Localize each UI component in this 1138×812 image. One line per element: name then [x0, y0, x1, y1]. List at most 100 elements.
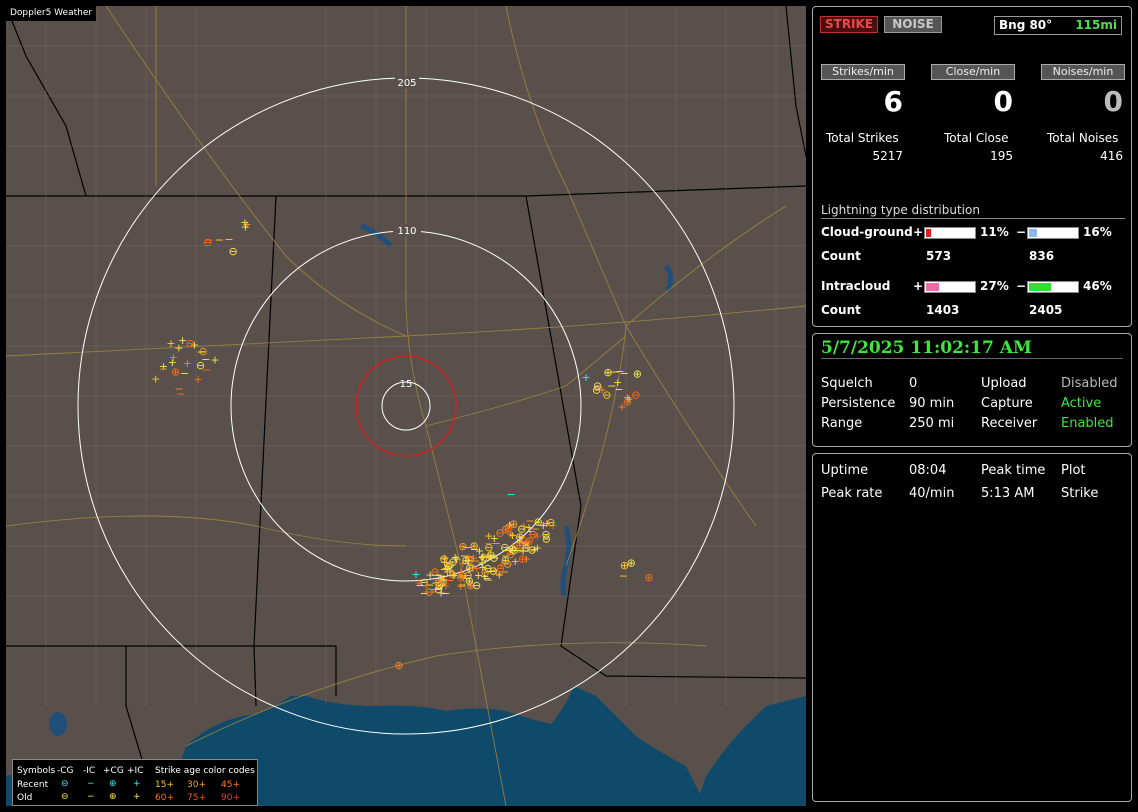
strike-mark: ⊖ [196, 359, 205, 372]
legend-recent-pos-ic-icon: + [133, 779, 141, 789]
cg-count-label: Count [821, 249, 861, 263]
strike-mark: + [240, 216, 249, 229]
range-label: Range [821, 416, 863, 431]
uptime-value: 08:04 [909, 463, 947, 478]
total-strikes-value: 5217 [872, 149, 903, 163]
legend-age-75: 75+ [187, 793, 206, 803]
legend-col-pos-ic: +IC [127, 766, 144, 776]
total-close-value: 195 [990, 149, 1013, 163]
strike-mark: ⊖ [631, 389, 640, 402]
persistence-label: Persistence [821, 396, 896, 411]
capture-value: Active [1061, 396, 1102, 411]
legend-age-45: 45+ [221, 780, 240, 790]
cg-positive-percent: 11% [980, 225, 1009, 239]
upload-label: Upload [981, 376, 1027, 391]
map-title: Doppler5 Weather [6, 6, 97, 21]
ic-plus-sign: + [913, 279, 924, 293]
legend-col-pos-cg: +CG [103, 766, 124, 776]
ic-positive-percent: 27% [980, 279, 1009, 293]
peak-rate-value: 40/min [909, 486, 955, 501]
receiver-value: Enabled [1061, 416, 1114, 431]
noise-button[interactable]: NOISE [884, 16, 942, 33]
current-datetime: 5/7/2025 11:02:17 AM [821, 338, 1032, 358]
strikes-per-min-value: 6 [883, 85, 903, 118]
legend-col-neg-cg: -CG [57, 766, 74, 776]
strikes-per-min-button[interactable]: Strikes/min [821, 64, 905, 80]
legend-age-90: 90+ [221, 793, 240, 803]
ic-positive-count: 1403 [926, 303, 960, 317]
legend-old-neg-cg-icon: ⊖ [61, 792, 69, 802]
strike-button[interactable]: STRIKE [820, 16, 878, 33]
strike-mark: − [180, 367, 189, 380]
legend-recent-pos-cg-icon: ⊕ [109, 779, 117, 789]
peak-time-label: Peak time [981, 463, 1046, 478]
strike-mark: − [484, 537, 493, 550]
strike-mark: − [433, 568, 442, 581]
squelch-label: Squelch [821, 376, 873, 391]
cg-positive-count: 573 [926, 249, 952, 263]
cg-negative-percent: 16% [1083, 225, 1112, 239]
legend-recent-neg-cg-icon: ⊖ [61, 779, 69, 789]
legend-recent-neg-ic-icon: − [87, 779, 95, 789]
legend-col-neg-ic: -IC [83, 766, 96, 776]
strike-mark: + [169, 351, 178, 364]
total-close-label: Total Close [944, 131, 1009, 145]
strike-mark: − [159, 362, 168, 375]
ic-negative-count: 2405 [1029, 303, 1063, 317]
lake-west [49, 712, 67, 736]
strike-mark: ⊕ [458, 540, 467, 553]
strike-mark: ⊖ [439, 552, 448, 565]
legend-old-neg-ic-icon: − [87, 792, 95, 802]
legend-old-label: Old [17, 793, 33, 803]
legend-age-title: Strike age color codes [155, 766, 255, 776]
close-ring [355, 355, 457, 457]
ring-label-205: 205 [397, 78, 416, 89]
ic-negative-percent: 46% [1083, 279, 1112, 293]
lightning-map[interactable]: 205 110 15 + − + + − − + + + + − + ⊕ ⊖ ⊕ − − ⊖ − ⊕ − + − − − + + + ⊖… [6, 6, 806, 806]
ic-negative-bar [1027, 281, 1079, 293]
strike-mark: ⊖ [203, 236, 212, 249]
ic-negative-fill [1029, 283, 1051, 291]
strike-mark: ⊕ [461, 554, 470, 567]
noises-per-min-button[interactable]: Noises/min [1041, 64, 1125, 80]
cg-negative-bar [1027, 227, 1079, 239]
peak-time-value: 5:13 AM [981, 486, 1035, 501]
strike-mark: + [597, 383, 606, 396]
strike-mark: ⊕ [620, 559, 629, 572]
strike-mark: ⊖ [456, 571, 465, 584]
strike-mark: − [175, 382, 184, 395]
bearing-display: Bng 80° 115mi [994, 16, 1122, 35]
strike-mark: ⊖ [541, 528, 550, 541]
legend-old-pos-ic-icon: + [133, 792, 141, 802]
legend-recent-label: Recent [17, 780, 49, 790]
strike-mark: + [178, 334, 187, 347]
strike-mark: ⊖ [228, 245, 237, 258]
status-panel: 5/7/2025 11:02:17 AM Squelch 0 Upload Di… [812, 333, 1132, 447]
capture-label: Capture [981, 396, 1033, 411]
strike-symbols: +−++− −++++ − +⊕⊖⊕−−⊖−⊕− +−−−+++ ⊖⊖−+⊖⊖+−−⊖⊕−… [151, 216, 654, 672]
persistence-value: 90 min [909, 396, 955, 411]
cg-minus-sign: − [1016, 225, 1027, 239]
strike-mark: ⊖ [489, 565, 498, 578]
strike-mark: + [533, 542, 542, 555]
legend-age-60: 60+ [155, 793, 174, 803]
strike-mark: − [506, 488, 515, 501]
ring-label-15: 15 [400, 379, 413, 390]
ic-positive-bar [924, 281, 976, 293]
close-per-min-button[interactable]: Close/min [931, 64, 1015, 80]
noises-per-min-value: 0 [1103, 85, 1123, 118]
legend-age-15: 15+ [155, 780, 174, 790]
plot-label: Plot [1061, 463, 1086, 478]
datetime-divider [821, 358, 1123, 359]
legend-age-30: 30+ [187, 780, 206, 790]
strike-mark: + [210, 354, 219, 367]
strike-mark: − [215, 233, 224, 246]
cg-negative-fill [1029, 229, 1037, 237]
strike-mark: − [620, 367, 629, 380]
strike-mark: ⊕ [603, 366, 612, 379]
total-strikes-label: Total Strikes [826, 131, 899, 145]
squelch-value: 0 [909, 376, 918, 391]
uptime-label: Uptime [821, 463, 869, 478]
strike-mark: ⊕ [394, 659, 403, 672]
strike-mark: + [411, 568, 420, 581]
